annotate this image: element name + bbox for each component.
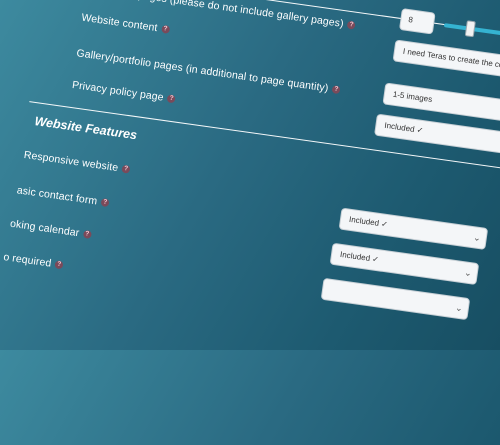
page-count-input[interactable]: 8 [398, 8, 436, 35]
content-select[interactable]: I need Teras to create the content ⌄ [392, 39, 500, 84]
required-text: o required [2, 251, 53, 270]
booking-calendar-select[interactable]: Included ✓ ⌄ [329, 242, 480, 286]
help-icon[interactable]: ? [54, 260, 64, 270]
responsive-website-text: Responsive website [23, 148, 119, 175]
responsive-website-label: Responsive website? [23, 149, 131, 176]
contact-form-text: asic contact form [16, 184, 99, 208]
contact-form-select[interactable]: Included ✓ ⌄ [338, 207, 489, 250]
help-icon[interactable]: ? [121, 164, 131, 174]
help-icon[interactable]: ? [331, 85, 341, 95]
website-content-text: Website content [80, 11, 159, 35]
contact-form-select-value: Included ✓ [348, 214, 389, 230]
help-icon[interactable]: ? [82, 230, 92, 240]
privacy-policy-text: Privacy policy page [71, 78, 165, 104]
required-label: o required? [3, 251, 64, 271]
booking-calendar-select-value: Included ✓ [339, 249, 380, 265]
privacy-policy-label: Privacy policy page? [71, 79, 176, 105]
chevron-down-icon: ⌄ [454, 302, 464, 314]
booking-calendar-text: oking calendar [9, 217, 81, 240]
gallery-images-select-value: 1-5 images [392, 89, 433, 105]
booking-calendar-label: oking calendar? [9, 218, 92, 241]
help-icon[interactable]: ? [166, 94, 176, 104]
section-title: Website Features [33, 114, 138, 143]
privacy-policy-select[interactable]: Included ✓ ⌄ [374, 113, 500, 156]
required-select[interactable]: ⌄ [320, 277, 471, 321]
content-select-value: I need Teras to create the content [402, 46, 500, 73]
slider-handle[interactable] [464, 20, 476, 38]
form-panel: Number of pages (please do not include g… [0, 0, 500, 440]
privacy-policy-select-value: Included ✓ [383, 120, 424, 136]
help-icon[interactable]: ? [100, 198, 110, 208]
contact-form-label: asic contact form? [16, 184, 110, 209]
help-icon[interactable]: ? [160, 25, 170, 35]
chevron-down-icon: ⌄ [463, 267, 473, 279]
chevron-down-icon: ⌄ [472, 232, 482, 244]
website-content-label: Website content? [81, 12, 170, 36]
help-icon[interactable]: ? [346, 20, 356, 30]
